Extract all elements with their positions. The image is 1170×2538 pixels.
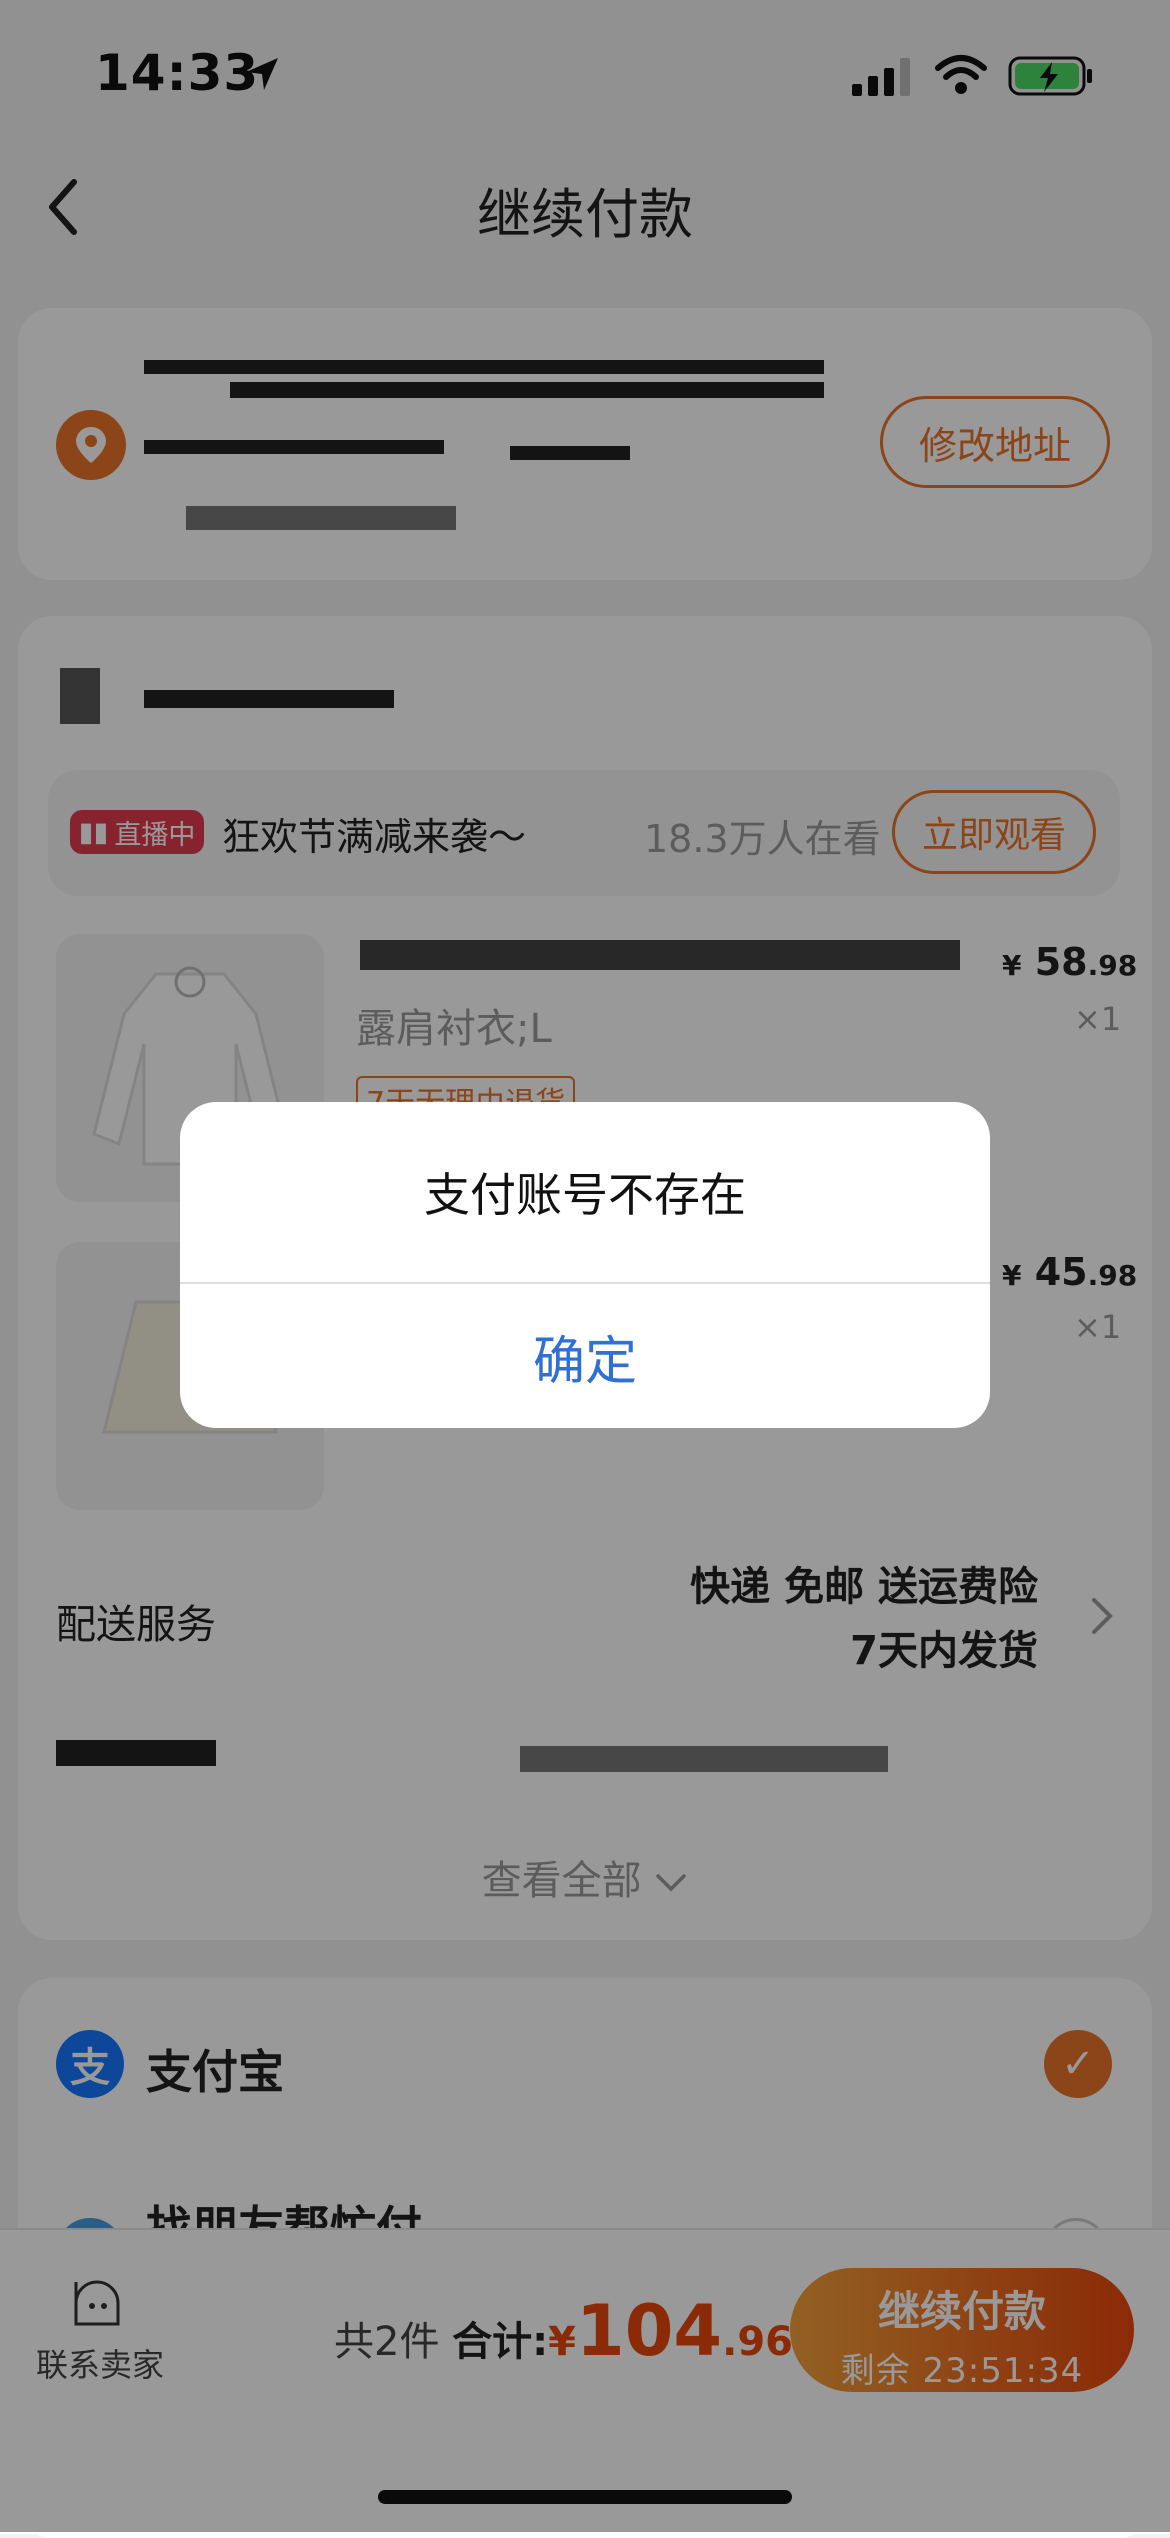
alert-confirm-button[interactable]: 确定 — [180, 1284, 990, 1428]
alert-dialog: 支付账号不存在 确定 — [180, 1102, 990, 1428]
alert-message: 支付账号不存在 — [424, 1168, 746, 1222]
